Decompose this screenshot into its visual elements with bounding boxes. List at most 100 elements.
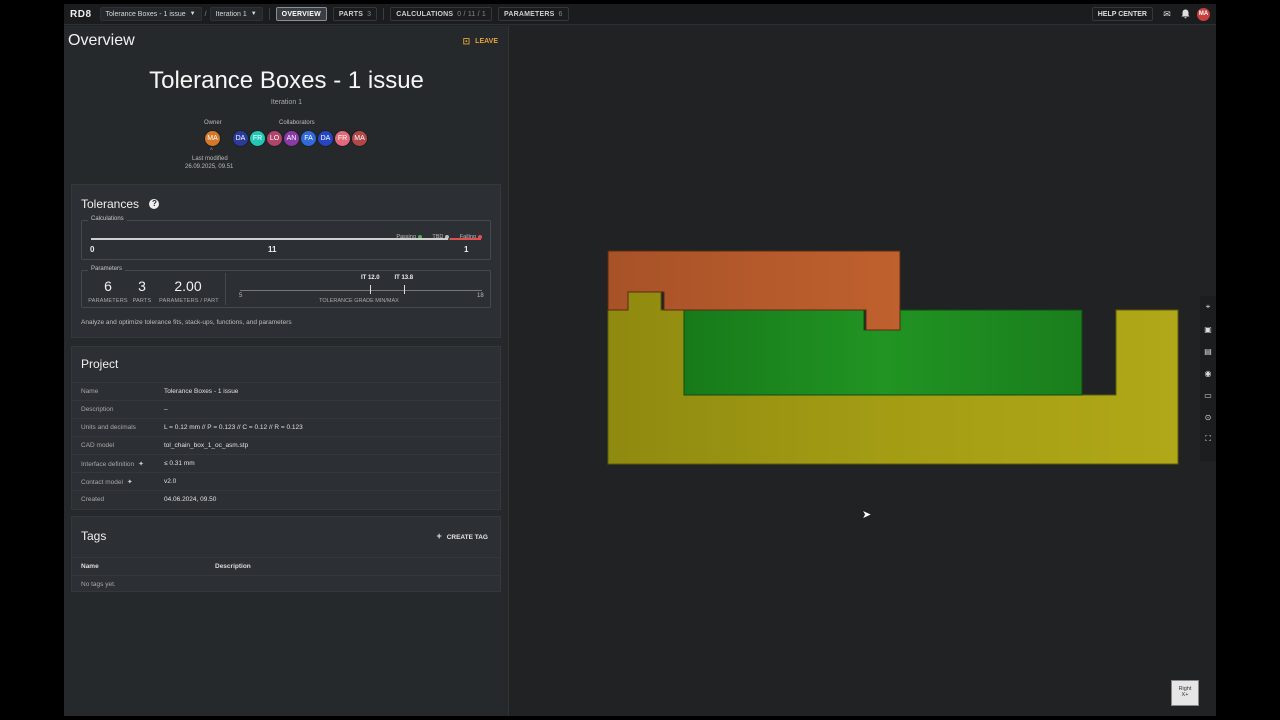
project-row-name: Name Tolerance Boxes - 1 issue (72, 382, 500, 400)
create-tag-button[interactable]: + CREATE TAG (436, 531, 488, 541)
tab-parts[interactable]: PARTS 3 (332, 7, 378, 21)
tolerance-grade-scale: IT 12.0 IT 13.8 5 18 TOLERANCE GRADE MIN… (232, 271, 486, 307)
measure-icon[interactable]: ▭ (1202, 389, 1214, 401)
tags-card: Tags + CREATE TAG Name Description No tag… (71, 516, 501, 592)
help-center-button[interactable]: HELP CENTER (1091, 7, 1153, 21)
divider (383, 8, 385, 20)
collaborator-avatar[interactable]: FA (300, 130, 317, 147)
tolerances-title: Tolerances (81, 197, 140, 211)
tolerances-description: Analyze and optimize tolerance fits, sta… (81, 319, 292, 326)
caret-up-icon: ^ (210, 148, 213, 154)
mouse-cursor: ➤ (862, 509, 872, 521)
iteration-breadcrumb-label: Iteration 1 (215, 10, 247, 18)
tab-label: OVERVIEW (281, 10, 321, 18)
failing-segment (450, 238, 481, 240)
collaborators-label: Collaborators (279, 120, 315, 126)
status-legend: Passing TBD Failing (390, 225, 482, 243)
leave-label: LEAVE (475, 37, 498, 45)
tags-table-header: Name Description (72, 557, 500, 575)
collaborator-avatar[interactable]: MA (351, 130, 368, 147)
params-per-part: 2.00 (174, 278, 202, 294)
viewport-toolbar: ⌖ ▣ ▤ ◉ ▭ ⊙ ⛶ (1200, 296, 1216, 461)
tab-overview[interactable]: OVERVIEW (275, 7, 327, 21)
iteration-breadcrumb[interactable]: Iteration 1 ▼ (209, 7, 263, 21)
parameters-count: 6 (104, 278, 112, 294)
project-title: Tolerance Boxes - 1 issue (149, 67, 424, 94)
project-row-contact-model: Contact model ✦ v2.0 (72, 472, 500, 490)
eye-icon[interactable]: ◉ (1202, 367, 1214, 379)
collaborator-avatar[interactable]: DA (232, 130, 249, 147)
project-title-heading: Project (81, 357, 119, 371)
focus-icon[interactable]: ⊙ (1202, 411, 1214, 423)
tab-label: PARAMETERS (504, 10, 555, 18)
plus-icon: + (436, 531, 442, 541)
collaborator-avatar[interactable]: LO (266, 130, 283, 147)
user-avatar[interactable]: MA (1197, 7, 1210, 21)
parameters-count-label: PARAMETERS (88, 298, 128, 304)
iteration-label: Iteration 1 (270, 99, 303, 106)
divider (268, 8, 270, 20)
cad-model-view[interactable] (510, 26, 1200, 716)
failing-count: 1 (464, 245, 469, 254)
grade-max-marker (403, 285, 405, 294)
tab-parameters[interactable]: PARAMETERS 6 (498, 7, 569, 21)
bell-icon[interactable] (1179, 8, 1191, 20)
project-row-cad-model[interactable]: CAD model tol_chain_box_1_oc_asm.stp (72, 436, 500, 454)
column-description: Description (215, 563, 251, 570)
tags-empty-text: No tags yet. (81, 581, 116, 588)
chevron-down-icon: ▼ (250, 11, 257, 17)
tags-empty-row: No tags yet. (72, 575, 500, 593)
grade-caption: TOLERANCE GRADE MIN/MAX (319, 298, 399, 304)
tbd-count: 11 (268, 245, 277, 254)
collaborator-avatar[interactable]: DA (317, 130, 334, 147)
passing-count: 0 (90, 245, 95, 254)
breadcrumb-separator: / (204, 10, 207, 18)
overview-panel: Overview ⊡ LEAVE Tolerance Boxes - 1 iss… (64, 26, 509, 716)
parts-count: 3 (138, 278, 146, 294)
tab-label: CALCULATIONS (396, 10, 454, 18)
page-title: Overview (68, 32, 135, 49)
project-row-description: Description – (72, 400, 500, 418)
project-breadcrumb-label: Tolerance Boxes - 1 issue (105, 10, 186, 18)
owner-avatar[interactable]: MA (204, 130, 221, 147)
top-right-actions: HELP CENTER ✉ MA (1091, 7, 1210, 21)
tab-calculations[interactable]: CALCULATIONS 0 / 11 / 1 (390, 7, 493, 21)
tab-count: 3 (367, 10, 372, 18)
tab-count: 6 (558, 10, 563, 18)
mail-icon[interactable]: ✉ (1161, 8, 1173, 20)
view-cube[interactable]: Right X+ (1171, 680, 1199, 706)
parameters-summary[interactable]: Parameters 6 PARAMETERS 3 PARTS 2.00 PAR… (81, 266, 491, 308)
fullscreen-icon[interactable]: ⛶ (1202, 433, 1214, 445)
parts-icon[interactable]: ▤ (1202, 345, 1214, 357)
overview-header: Overview ⊡ LEAVE (64, 26, 508, 56)
collaborator-avatar[interactable]: AN (283, 130, 300, 147)
help-icon[interactable]: ? (149, 198, 160, 209)
tags-title: Tags (81, 529, 107, 543)
app-window: RD8 Tolerance Boxes - 1 issue ▼ / Iterat… (64, 4, 1216, 716)
project-row-units: Units and decimals L = 0.12 mm // P = 0.1… (72, 418, 500, 436)
tolerances-card: Tolerances ? Calculations Passing TBD Fa… (71, 184, 501, 338)
top-bar: RD8 Tolerance Boxes - 1 issue ▼ / Iterat… (64, 4, 1216, 25)
screenshot-icon[interactable]: ▣ (1202, 323, 1214, 335)
project-card: Project Name Tolerance Boxes - 1 issue De… (71, 346, 501, 510)
tab-count: 0 / 11 / 1 (457, 10, 487, 18)
fit-view-icon[interactable]: ⌖ (1202, 301, 1214, 313)
column-name: Name (81, 563, 99, 570)
project-breadcrumb[interactable]: Tolerance Boxes - 1 issue ▼ (99, 7, 202, 21)
grade-max-label: IT 13.8 (394, 275, 414, 281)
calculations-summary[interactable]: Calculations Passing TBD Failing 0 11 1 (81, 216, 491, 260)
project-row-interface-definition: Interface definition ✦ ≤ 0.31 mm (72, 454, 500, 472)
collaborator-avatar[interactable]: FR (249, 130, 266, 147)
cad-viewport[interactable]: ⌖ ▣ ▤ ◉ ▭ ⊙ ⛶ Right X+ ➤ (510, 26, 1216, 716)
owner-label: Owner (204, 120, 222, 126)
sparkle-icon[interactable]: ✦ (138, 461, 144, 468)
grade-track (240, 290, 482, 291)
tab-label: PARTS (338, 10, 364, 18)
leave-button[interactable]: ⊡ LEAVE (463, 36, 498, 47)
last-modified-value: 26.09.2025, 09.51 (185, 164, 234, 170)
collaborator-avatar[interactable]: FR (334, 130, 351, 147)
app-logo[interactable]: RD8 (70, 9, 92, 20)
sparkle-icon[interactable]: ✦ (127, 479, 133, 486)
last-modified-label: Last modified (192, 156, 228, 162)
chevron-down-icon: ▼ (189, 11, 196, 17)
